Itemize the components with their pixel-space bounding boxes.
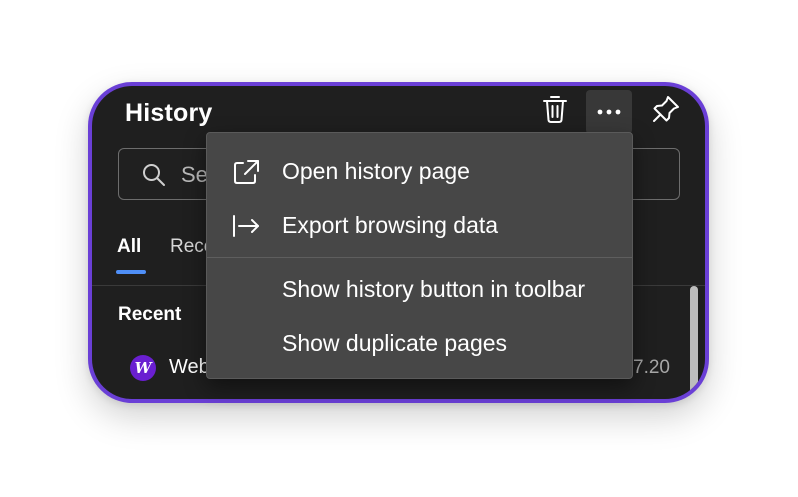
search-placeholder: Se	[181, 162, 208, 187]
trash-icon	[543, 96, 567, 123]
menu-divider	[207, 257, 632, 258]
panel-title: History	[125, 99, 213, 127]
scrollbar-thumb[interactable]	[690, 286, 698, 399]
scrollbar[interactable]	[688, 286, 700, 399]
stage: History Se All Rece Recent W Web 7.20 Op…	[0, 0, 798, 497]
menu-item-show-duplicate-pages[interactable]: Show duplicate pages	[207, 318, 632, 370]
menu-item-show-history-button[interactable]: Show history button in toolbar	[207, 264, 632, 316]
section-label-recent: Recent	[118, 304, 182, 325]
more-options-button[interactable]	[586, 90, 632, 134]
site-favicon: W	[130, 355, 156, 381]
search-icon	[143, 164, 165, 186]
tab-selected-indicator	[116, 270, 146, 274]
pin-icon	[653, 96, 679, 122]
history-item-title: Web	[169, 356, 210, 378]
menu-item-label: Show duplicate pages	[282, 330, 508, 356]
menu-item-label: Show history button in toolbar	[282, 276, 586, 302]
menu-item-label: Open history page	[282, 158, 470, 184]
menu-item-export-browsing-data[interactable]: Export browsing data	[207, 200, 632, 252]
menu-item-label: Export browsing data	[282, 212, 499, 238]
history-item-time: 7.20	[633, 357, 670, 378]
tab-all[interactable]: All	[117, 236, 141, 258]
open-external-icon	[234, 160, 259, 184]
delete-history-button[interactable]	[533, 89, 577, 129]
menu-item-open-history-page[interactable]: Open history page	[207, 146, 632, 198]
more-options-icon	[597, 109, 621, 115]
pin-panel-button[interactable]	[644, 89, 688, 129]
export-icon	[233, 215, 259, 237]
more-options-menu: Open history page Export browsing data S…	[206, 132, 633, 379]
